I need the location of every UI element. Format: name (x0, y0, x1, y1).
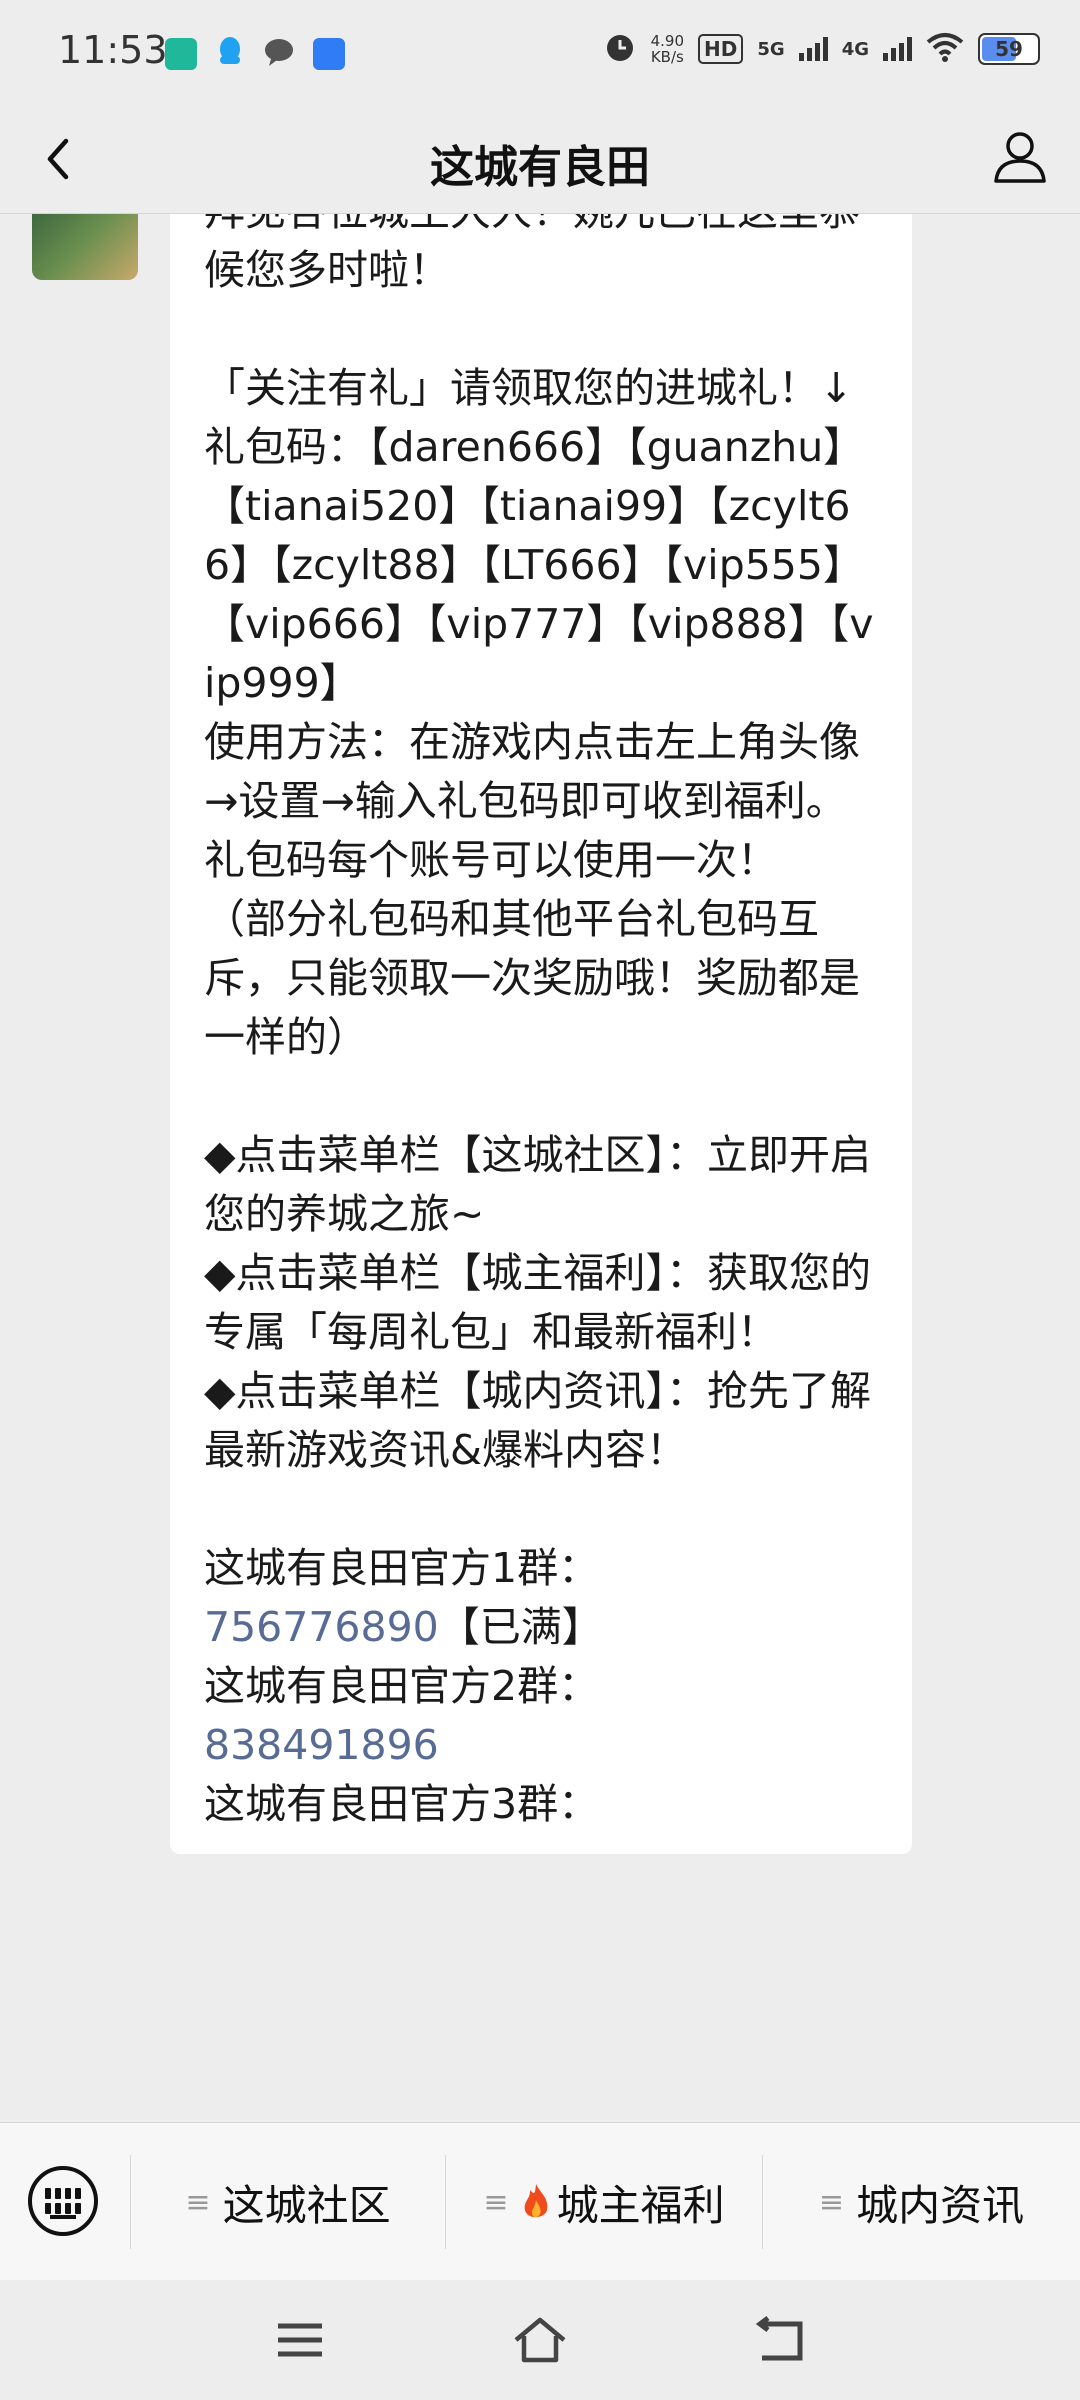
signal-icon (798, 37, 828, 61)
gift-codes: 礼包码：【daren666】【guanzhu】【tianai520】【tiana… (204, 423, 874, 707)
group2-link[interactable]: 838491896 (204, 1721, 439, 1769)
keyboard-icon (45, 2188, 81, 2214)
wifi-icon (926, 32, 964, 66)
profile-button[interactable] (988, 125, 1052, 189)
menu-item-label: 这城社区 (222, 2180, 391, 2230)
group1-line: 756776890【已满】 (204, 1598, 878, 1657)
signal-icon (883, 37, 912, 61)
qq-icon (215, 36, 245, 72)
group1-status: 【已满】 (438, 1603, 603, 1651)
chat-header: 这城有良田 (0, 105, 1080, 214)
group2-label: 这城有良田官方2群： (204, 1662, 600, 1710)
group3-label: 这城有良田官方3群： (204, 1780, 600, 1828)
chat-bubble-icon (263, 37, 295, 71)
menu-icon (278, 2323, 322, 2357)
official-account-menu: ≡ 这城社区 ≡ 城主福利 ≡ 城内资讯 (0, 2122, 1080, 2281)
fire-icon (524, 2184, 547, 2218)
message-line: ◆点击菜单栏【城内资讯】：抢先了解最新游戏资讯&爆料内容！ (204, 1367, 872, 1474)
menu-list-icon: ≡ (185, 2184, 211, 2220)
group1-link[interactable]: 756776890 (204, 1603, 439, 1651)
sim2-type: 4G (841, 38, 869, 60)
recent-apps-button[interactable] (270, 2310, 330, 2370)
keyboard-toggle-button[interactable] (28, 2166, 98, 2236)
menu-item-community[interactable]: ≡ 这城社区 (131, 2123, 445, 2281)
message-line: ◆点击菜单栏【城主福利】：获取您的专属「每周礼包」和最新福利！ (204, 1249, 872, 1356)
battery-icon: 59 (978, 33, 1040, 65)
menu-list-icon: ≡ (483, 2184, 509, 2220)
page-title: 这城有良田 (430, 142, 650, 193)
menu-item-benefits[interactable]: ≡ 城主福利 (446, 2123, 762, 2281)
notification-icons (165, 36, 345, 72)
home-button[interactable] (510, 2310, 570, 2370)
message-line: 拜见各位城主大人！婉儿已在这里恭候您多时啦！ (204, 214, 860, 294)
menu-item-label: 城内资讯 (856, 2180, 1025, 2230)
menu-item-news[interactable]: ≡ 城内资讯 (763, 2123, 1080, 2281)
message-line: 「关注有礼」请领取您的进城礼！↓ (204, 364, 854, 412)
user-icon (994, 132, 1046, 183)
group2-line: 838491896 (204, 1716, 878, 1775)
alarm-icon (603, 30, 637, 68)
back-nav-button[interactable] (750, 2310, 810, 2370)
status-time: 11:53 (58, 28, 168, 72)
system-nav-bar (0, 2280, 1080, 2400)
group1-label: 这城有良田官方1群： (204, 1544, 600, 1592)
status-right: 4.90 KB/s HD 5G 4G 59 (603, 30, 1040, 68)
message-line: （部分礼包码和其他平台礼包码互斥，只能领取一次奖励哦！奖励都是一样的） (204, 895, 860, 1061)
blue-app-icon (313, 38, 345, 70)
hd-badge: HD (698, 34, 744, 64)
sim1-type: 5G (757, 38, 785, 60)
message-line: 使用方法：在游戏内点击左上角头像→设置→输入礼包码即可收到福利。礼包码每个账号可… (204, 718, 860, 884)
chat-area[interactable]: 拜见各位城主大人！婉儿已在这里恭候您多时啦！ 「关注有礼」请领取您的进城礼！↓ … (0, 214, 1080, 2122)
home-icon (514, 2317, 566, 2363)
return-icon (755, 2316, 803, 2361)
menu-list-icon: ≡ (818, 2184, 845, 2220)
message-bubble[interactable]: 拜见各位城主大人！婉儿已在这里恭候您多时啦！ 「关注有礼」请领取您的进城礼！↓ … (170, 214, 912, 1854)
status-bar: 11:53 4.90 KB/s HD 5G 4G 59 (0, 0, 1080, 105)
avatar[interactable] (32, 214, 138, 280)
boss-app-icon (165, 38, 197, 70)
menu-item-label: 城主福利 (556, 2180, 725, 2230)
network-speed: 4.90 KB/s (650, 32, 685, 66)
message-line: ◆点击菜单栏【这城社区】：立即开启您的养城之旅~ (204, 1131, 872, 1238)
